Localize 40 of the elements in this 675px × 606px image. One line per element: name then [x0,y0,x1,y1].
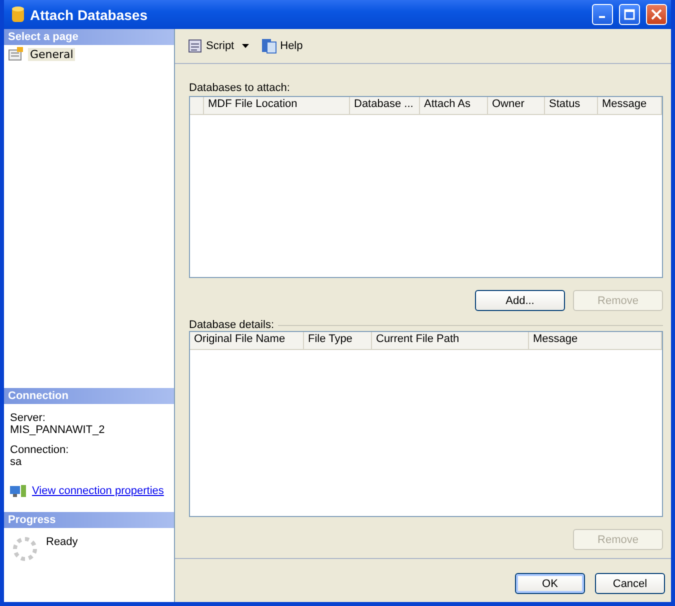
grid-label: Databases to attach: [189,82,291,94]
caret-icon [241,42,252,50]
progress-status: Ready [46,536,78,550]
field-label: Connection: [10,444,70,456]
scroll-icon [187,38,203,54]
field-label: Server: [10,412,46,424]
column-header[interactable]: Status [549,98,580,110]
column-header[interactable]: Database ... [354,98,414,110]
column-header[interactable]: Owner [492,98,524,110]
page-icon [8,47,24,61]
add-button[interactable]: Add... [475,290,565,311]
page-item[interactable]: General [28,48,76,60]
section-label: Database details: [189,319,274,331]
column-header[interactable]: File Type [308,333,352,345]
ok-button[interactable]: OK [515,573,585,594]
column-header[interactable]: Attach As [424,98,470,110]
column-header[interactable]: Message [533,333,578,345]
field-value: MIS_PANNAWIT_2 [10,424,106,436]
database-icon [12,6,24,24]
section-header: Connection [4,388,174,404]
computer-icon [10,484,26,498]
help-book-icon [261,38,278,54]
column-header[interactable]: Original File Name [194,333,286,345]
window-title: Attach Databases [30,6,148,22]
maximize-icon [624,9,635,20]
column-header[interactable]: Message [602,98,647,110]
field-value: sa [10,456,23,468]
spinner-icon [12,536,38,562]
close-icon [651,9,662,20]
section-header: Progress [4,512,174,528]
column-header[interactable]: MDF File Location [208,98,298,110]
connection-properties-link[interactable]: View connection properties [32,485,164,497]
minimize-button[interactable] [592,4,613,25]
close-button[interactable] [646,4,667,25]
maximize-button[interactable] [619,4,640,25]
help-button[interactable]: Help [259,36,305,56]
section-header: Select a page [4,29,174,45]
cancel-button[interactable]: Cancel [595,573,665,594]
column-header[interactable]: Current File Path [376,333,460,345]
script-button[interactable]: Script [185,36,254,56]
